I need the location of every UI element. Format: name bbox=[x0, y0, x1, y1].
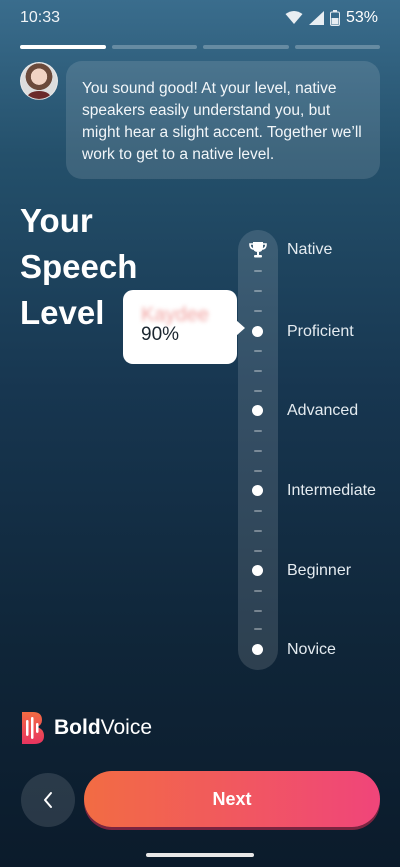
coach-message-bubble: You sound good! At your level, native sp… bbox=[66, 61, 380, 179]
progress-segment-4 bbox=[294, 45, 380, 49]
progress-segment-2 bbox=[111, 45, 197, 49]
scale-tick bbox=[254, 430, 262, 432]
chevron-left-icon bbox=[44, 792, 52, 808]
wifi-icon bbox=[285, 11, 303, 24]
scale-tick bbox=[254, 270, 262, 272]
home-indicator[interactable] bbox=[146, 853, 254, 857]
signal-icon bbox=[308, 11, 324, 25]
progress-segment-1 bbox=[20, 45, 106, 49]
level-dot-intermediate bbox=[252, 485, 263, 496]
scale-tick bbox=[254, 470, 262, 472]
battery-percent: 53% bbox=[345, 9, 378, 26]
next-button[interactable]: Next bbox=[84, 771, 380, 827]
scale-tick bbox=[254, 310, 262, 312]
level-label-novice: Novice bbox=[287, 641, 336, 658]
scale-tick bbox=[254, 590, 262, 592]
level-label-beginner: Beginner bbox=[287, 562, 352, 579]
scale-tick bbox=[254, 450, 262, 452]
level-label-proficient: Proficient bbox=[287, 323, 354, 340]
scale-tick bbox=[254, 530, 262, 532]
scale-tick bbox=[254, 290, 262, 292]
coach-avatar bbox=[20, 62, 58, 100]
back-button[interactable] bbox=[21, 773, 75, 827]
level-label-advanced: Advanced bbox=[287, 402, 359, 419]
score-percent: 90% bbox=[141, 324, 180, 345]
level-dot-novice bbox=[252, 644, 263, 655]
scale-tick bbox=[254, 350, 262, 352]
status-time: 10:33 bbox=[20, 9, 61, 26]
onboarding-progress bbox=[20, 45, 380, 49]
level-dot-proficient bbox=[252, 326, 263, 337]
scale-tick bbox=[254, 390, 262, 392]
brand-logo: BoldVoice bbox=[20, 710, 152, 746]
progress-segment-3 bbox=[203, 45, 289, 49]
result-tooltip: Kaydee 90% bbox=[123, 290, 245, 364]
battery-icon bbox=[329, 10, 340, 26]
scale-tick bbox=[254, 510, 262, 512]
scale-tick bbox=[254, 550, 262, 552]
level-label-intermediate: Intermediate bbox=[287, 482, 376, 499]
level-label-native: Native bbox=[287, 241, 333, 258]
status-bar: 10:33 53% bbox=[0, 0, 400, 36]
scale-tick bbox=[254, 370, 262, 372]
level-dot-beginner bbox=[252, 565, 263, 576]
level-dot-advanced bbox=[252, 405, 263, 416]
trophy-icon bbox=[249, 242, 267, 258]
boldvoice-logo-icon bbox=[22, 712, 44, 744]
scale-tick bbox=[254, 628, 262, 630]
scale-tick bbox=[254, 610, 262, 612]
tooltip-arrow bbox=[236, 320, 245, 336]
